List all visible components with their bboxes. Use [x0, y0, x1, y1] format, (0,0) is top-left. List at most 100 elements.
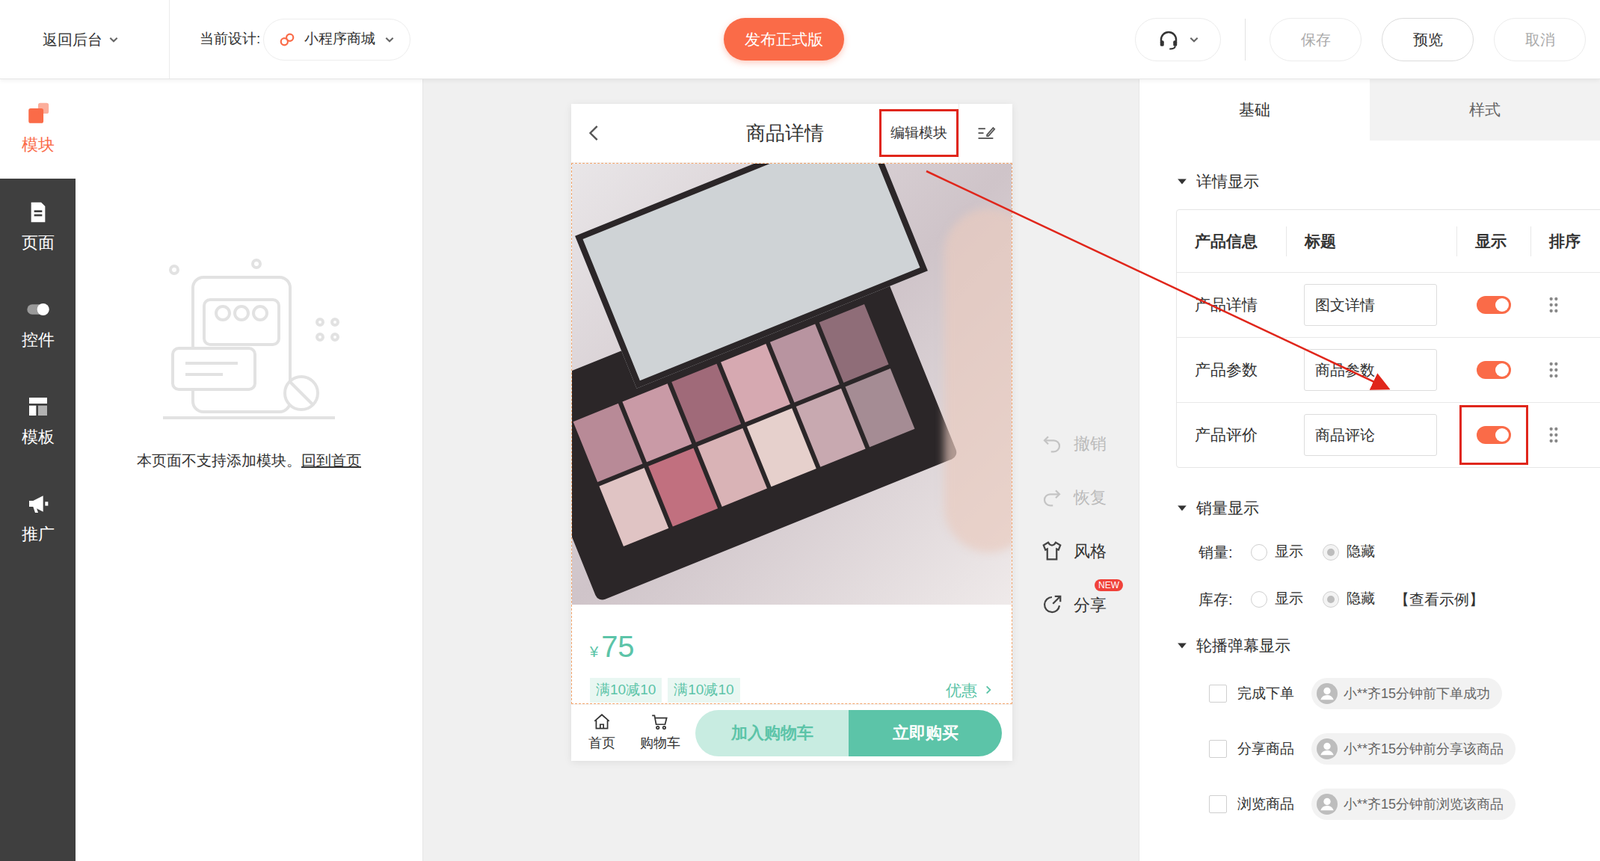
title-input-value[interactable]: 图文详情	[1315, 293, 1375, 317]
back-menu[interactable]: 返回后台	[0, 0, 170, 79]
section-header[interactable]: 轮播弹幕显示	[1139, 627, 1600, 665]
coupon-label[interactable]: 优惠	[945, 678, 978, 703]
barrage-checkbox[interactable]	[1208, 684, 1227, 703]
sidebar-item[interactable]: 模块	[0, 79, 76, 179]
radio-button[interactable]	[1250, 544, 1268, 561]
toolbar-button-label[interactable]: 保存	[1300, 28, 1331, 51]
radio-option[interactable]: 隐藏	[1322, 541, 1375, 563]
add-cart-label[interactable]: 加入购物车	[731, 720, 814, 746]
selected-module[interactable]: ¥75满10减10满10减10优惠	[571, 162, 1013, 705]
display-toggle[interactable]	[1476, 296, 1512, 315]
toolbar-button-label[interactable]: 预览	[1413, 28, 1443, 51]
back-label[interactable]: 返回后台	[42, 28, 103, 51]
sidebar-item[interactable]: 页面	[0, 178, 76, 276]
sidebar-item-label[interactable]: 页面	[21, 230, 55, 255]
radio-label[interactable]: 隐藏	[1346, 541, 1375, 563]
buy-now-label[interactable]: 立即购买	[892, 720, 959, 746]
canvas-tool-label[interactable]: 恢复	[1073, 485, 1107, 510]
canvas-tool-label[interactable]: 风格	[1073, 539, 1107, 564]
radio-button[interactable]	[1322, 591, 1340, 608]
title-input[interactable]: 商品评论	[1303, 414, 1438, 457]
canvas-tool[interactable]: 恢复	[1040, 470, 1107, 525]
caret-down-icon[interactable]	[1176, 503, 1188, 514]
megaphone-icon	[25, 491, 51, 516]
panel-tab[interactable]: 基础	[1139, 79, 1370, 141]
panel-tab-label[interactable]: 基础	[1238, 97, 1271, 122]
canvas-tool-label[interactable]: 撤销	[1073, 431, 1107, 457]
toolbar-button[interactable]: 取消	[1493, 17, 1586, 62]
barrage-label[interactable]: 浏览商品	[1237, 794, 1301, 816]
panel-tab[interactable]: 样式	[1369, 79, 1600, 141]
canvas-tool-label[interactable]: 分享	[1073, 592, 1107, 618]
sidebar-item-label[interactable]: 模块	[21, 132, 55, 158]
panel-tab-label[interactable]: 样式	[1469, 97, 1501, 122]
radio-label[interactable]: 隐藏	[1346, 588, 1375, 611]
caret-down-icon[interactable]	[1176, 640, 1188, 652]
canvas-tool[interactable]: 撤销	[1040, 416, 1107, 471]
section-header[interactable]: 销量显示	[1139, 489, 1600, 528]
radio-option[interactable]: 隐藏	[1322, 588, 1375, 611]
redo-icon	[1040, 485, 1064, 509]
phone-header: 商品详情编辑模块	[571, 103, 1013, 163]
sidebar-item[interactable]: 模板	[0, 373, 76, 471]
example-link[interactable]: 【查看示例】	[1394, 588, 1485, 611]
caret-down-icon[interactable]	[1176, 176, 1188, 187]
edit-module-label[interactable]: 编辑模块	[890, 122, 948, 145]
drag-handle-icon[interactable]	[1548, 296, 1559, 315]
publish-label[interactable]: 发布正式版	[744, 27, 824, 52]
section-header[interactable]: 详情显示	[1139, 162, 1600, 201]
home-link[interactable]: 回到首页	[301, 452, 362, 469]
barrage-checkbox[interactable]	[1208, 740, 1227, 759]
radio-button[interactable]	[1322, 544, 1340, 561]
publish-button[interactable]: 发布正式版	[723, 17, 845, 61]
barrage-label[interactable]: 完成下单	[1237, 683, 1301, 706]
row-name: 产品参数	[1194, 361, 1258, 379]
canvas-tool[interactable]: 分享NEW	[1040, 577, 1107, 632]
bottom-nav-item[interactable]: 购物车	[631, 712, 690, 754]
section-title[interactable]: 详情显示	[1196, 169, 1260, 194]
back-chevron-icon[interactable]	[586, 124, 603, 142]
empty-state-illustration-icon	[151, 254, 347, 424]
sidebar-item[interactable]: 控件	[0, 275, 76, 374]
section-title[interactable]: 销量显示	[1196, 496, 1260, 521]
radio-option[interactable]: 显示	[1250, 588, 1304, 611]
sidebar-item-label[interactable]: 推广	[21, 521, 55, 547]
radio-option[interactable]: 显示	[1250, 541, 1304, 563]
home-icon	[592, 712, 612, 732]
display-toggle[interactable]	[1476, 426, 1512, 445]
display-toggle[interactable]	[1476, 361, 1512, 380]
barrage-checkbox[interactable]	[1208, 795, 1227, 814]
title-input-value[interactable]: 商品评论	[1315, 423, 1375, 447]
chevron-right-icon[interactable]	[983, 684, 994, 696]
canvas-tool[interactable]: 风格	[1040, 524, 1107, 578]
title-input[interactable]: 图文详情	[1303, 284, 1438, 326]
drag-handle-icon[interactable]	[1548, 361, 1559, 380]
add-cart-button[interactable]: 加入购物车	[695, 710, 849, 757]
title-input[interactable]: 商品参数	[1303, 349, 1438, 392]
design-dropdown[interactable]: 小程序商城	[263, 18, 411, 61]
radio-label[interactable]: 显示	[1274, 541, 1304, 563]
edit-module-button[interactable]: 编辑模块	[879, 109, 959, 158]
support-dropdown[interactable]	[1134, 17, 1221, 62]
coupon-link[interactable]: 优惠	[945, 678, 994, 703]
edit-list-icon[interactable]	[975, 122, 997, 144]
drag-handle-icon[interactable]	[1548, 426, 1559, 445]
radio-button[interactable]	[1250, 591, 1268, 608]
toolbar-button-label[interactable]: 取消	[1525, 28, 1556, 51]
radio-label[interactable]: 显示	[1274, 588, 1304, 611]
bottom-nav-item[interactable]: 首页	[572, 712, 632, 754]
title-input-value[interactable]: 商品参数	[1315, 358, 1375, 382]
buy-now-button[interactable]: 立即购买	[848, 710, 1002, 757]
sidebar-item[interactable]: 推广	[0, 470, 76, 568]
bottom-nav-label[interactable]: 购物车	[640, 733, 681, 754]
page-icon	[26, 200, 51, 225]
section-title[interactable]: 轮播弹幕显示	[1196, 634, 1291, 658]
column-header: 排序	[1549, 229, 1581, 254]
barrage-label[interactable]: 分享商品	[1237, 738, 1301, 761]
sidebar-item-label[interactable]: 控件	[21, 327, 55, 353]
sidebar-item-label[interactable]: 模板	[21, 424, 55, 450]
toolbar-button[interactable]: 保存	[1269, 17, 1362, 62]
bottom-nav-label[interactable]: 首页	[588, 733, 616, 754]
design-name[interactable]: 小程序商城	[304, 28, 376, 51]
toolbar-button[interactable]: 预览	[1381, 17, 1474, 62]
